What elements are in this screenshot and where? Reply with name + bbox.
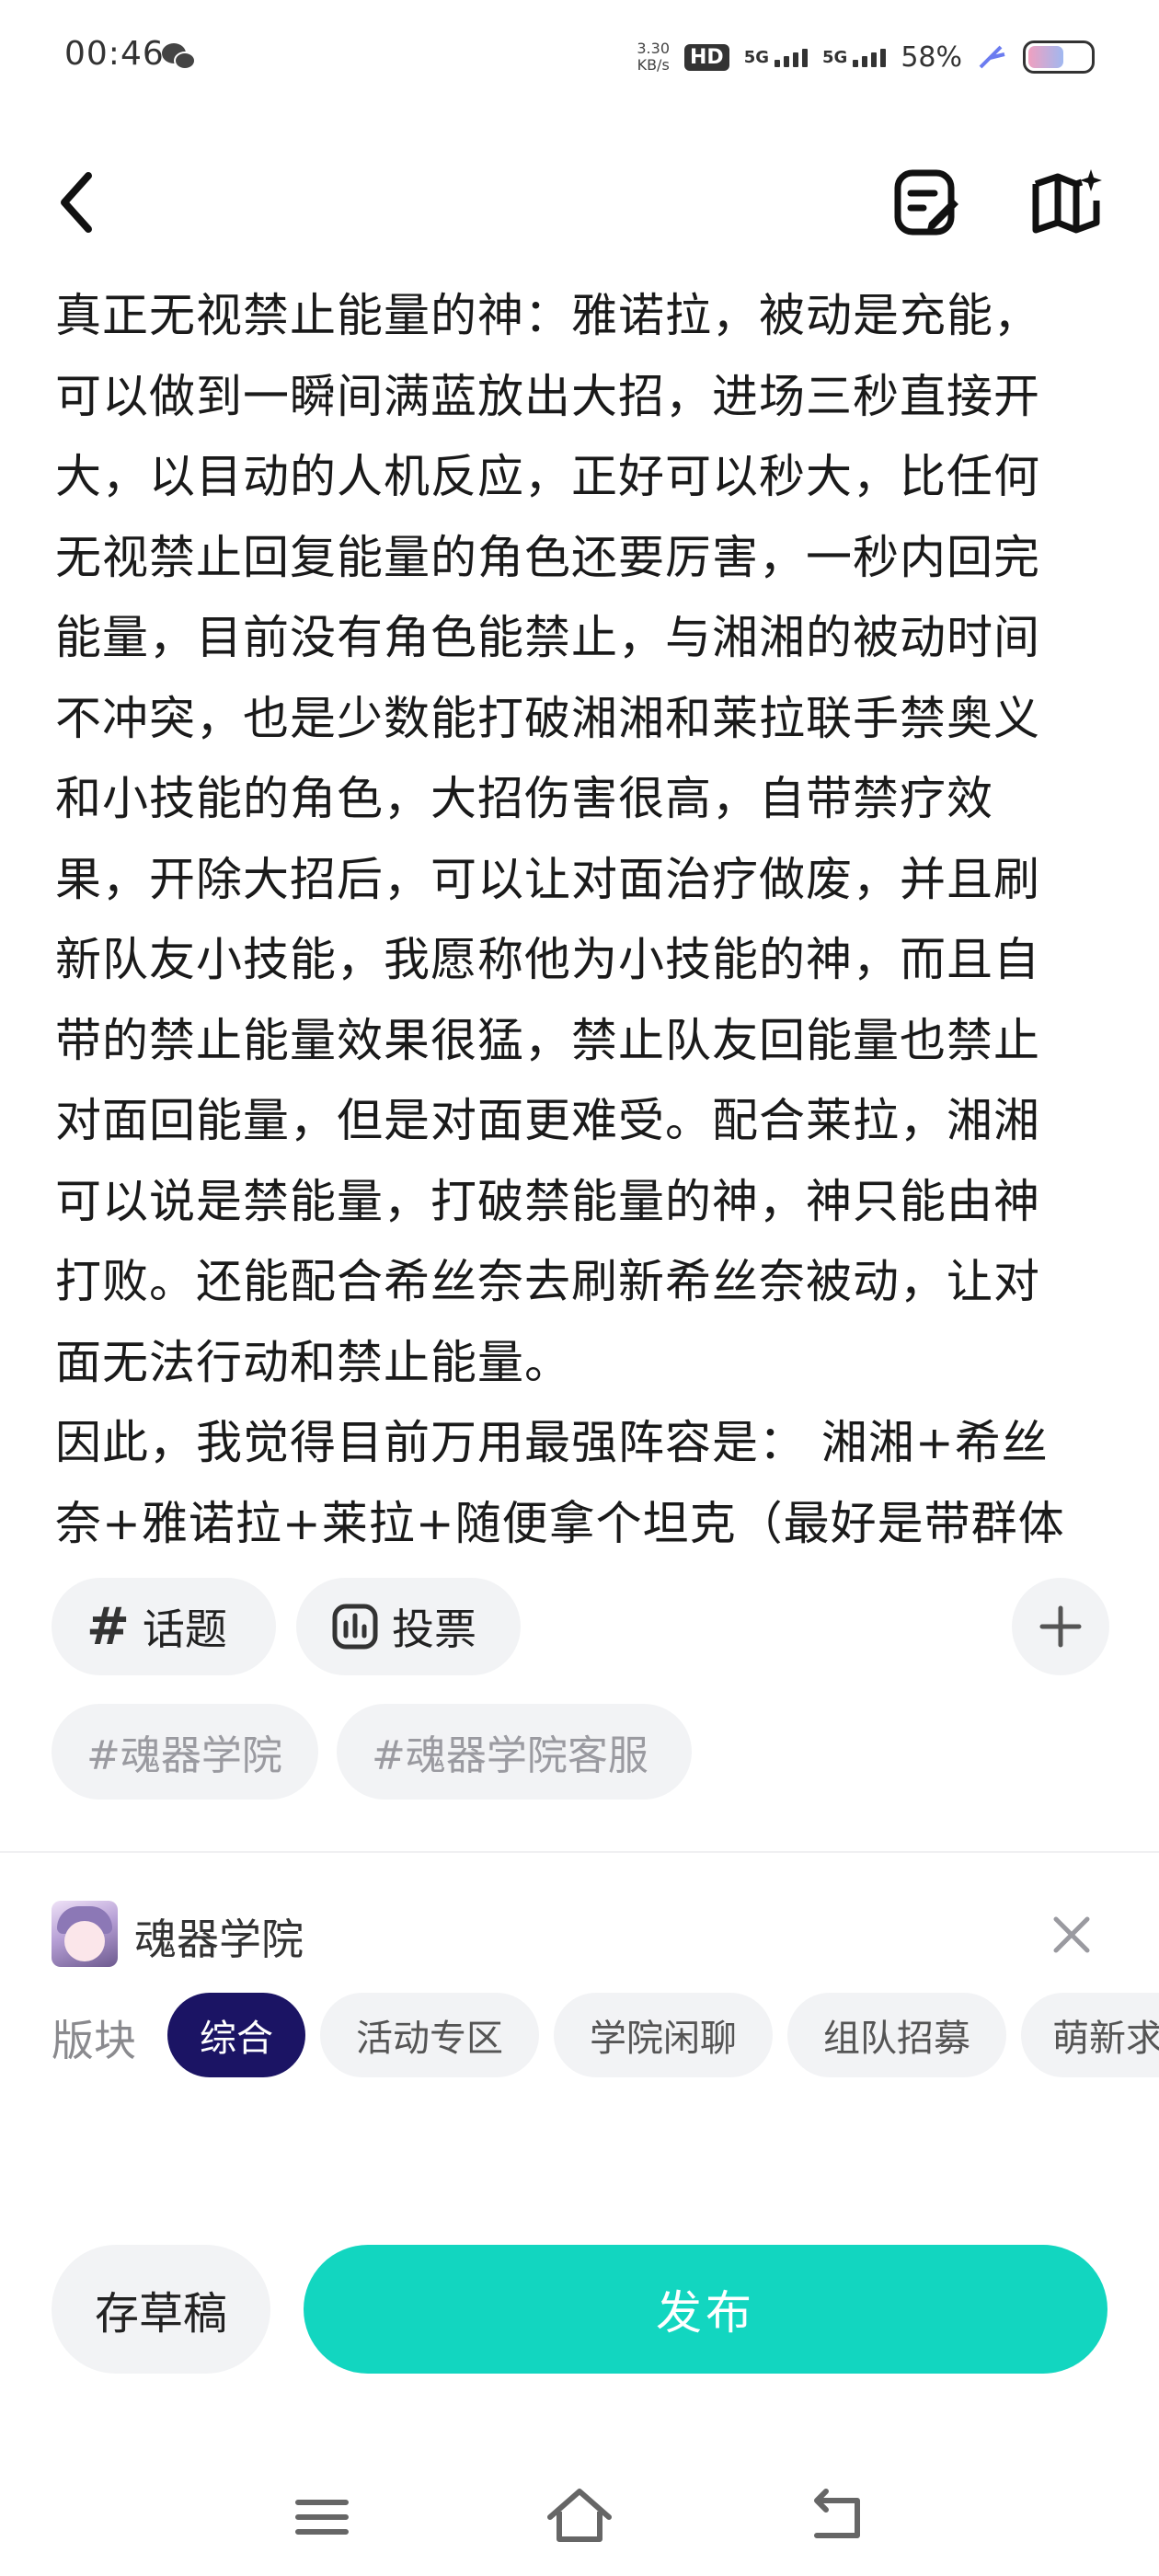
hd-icon: HD <box>684 43 729 71</box>
home-icon[interactable] <box>543 2480 616 2554</box>
close-icon[interactable] <box>1050 1914 1093 1956</box>
back-icon <box>61 172 92 233</box>
net-speed-unit: KB/s <box>637 56 670 74</box>
system-nav-bar <box>0 2466 1159 2567</box>
hash-icon: # <box>86 1596 130 1657</box>
board-chip-newbie[interactable]: 萌新求 <box>1021 1993 1159 2077</box>
signal-bar <box>784 55 789 67</box>
nav-back-icon[interactable] <box>800 2480 874 2554</box>
book-sparkle-icon[interactable] <box>1030 167 1104 237</box>
signal-icon: 5G <box>744 48 808 67</box>
tools-row: # 话题 投票 <box>52 1578 1109 1675</box>
sim2-label: 5G <box>822 47 848 67</box>
avatar-face <box>64 1921 105 1961</box>
top-nav <box>0 156 1159 248</box>
battery-icon <box>1023 40 1095 74</box>
vote-icon <box>332 1604 378 1650</box>
plus-icon <box>1039 1605 1082 1648</box>
tag-chip[interactable]: #魂器学院 <box>52 1704 318 1800</box>
menu-icon[interactable] <box>285 2480 359 2554</box>
community-row: 魂器学院 <box>52 1901 1109 1967</box>
tag-chip[interactable]: #魂器学院客服 <box>337 1704 692 1800</box>
topic-label: 话题 <box>142 1604 227 1654</box>
save-draft-button[interactable]: 存草稿 <box>52 2245 270 2374</box>
signal-bar <box>871 52 878 67</box>
signal-bar <box>793 52 798 67</box>
battery-fill <box>1028 46 1064 68</box>
signal-bar <box>775 59 780 67</box>
battery-percent: 58% <box>901 40 962 74</box>
wechat-icon <box>162 43 196 70</box>
back-button[interactable] <box>52 166 125 239</box>
vote-button[interactable]: 投票 <box>296 1578 521 1675</box>
net-speed: 3.30 KB/s <box>637 40 670 74</box>
signal-icon-2: 5G <box>822 47 887 67</box>
status-indicators: 3.30 KB/s HD 5G 5G 58% <box>637 33 1095 81</box>
community-avatar <box>52 1901 118 1967</box>
post-body-text[interactable]: 真正无视禁止能量的神：雅诺拉，被动是充能，可以做到一瞬间满蓝放出大招，进场三秒直… <box>55 276 1085 1546</box>
publish-button[interactable]: 发布 <box>304 2245 1107 2374</box>
status-bar: 00:46 3.30 KB/s HD 5G 5G 58% <box>0 0 1159 110</box>
signal-bar <box>880 48 887 67</box>
signal-bar <box>853 59 859 67</box>
charging-icon <box>979 45 1005 69</box>
board-chip-team[interactable]: 组队招募 <box>787 1993 1006 2077</box>
sim1-label: 5G <box>743 47 769 67</box>
post-editor[interactable]: 真正无视禁止能量的神：雅诺拉，被动是充能，可以做到一瞬间满蓝放出大招，进场三秒直… <box>55 276 1085 1546</box>
board-chip-events[interactable]: 活动专区 <box>320 1993 539 2077</box>
board-chip-general[interactable]: 综合 <box>167 1993 305 2077</box>
board-chip-chat[interactable]: 学院闲聊 <box>554 1993 773 2077</box>
vote-label: 投票 <box>392 1604 476 1654</box>
status-time: 00:46 <box>64 35 165 73</box>
topic-button[interactable]: # 话题 <box>52 1578 276 1675</box>
signal-bar <box>802 48 808 67</box>
more-tools-button[interactable] <box>1012 1578 1109 1675</box>
board-label: 版块 <box>52 2016 136 2065</box>
net-speed-value: 3.30 <box>637 40 670 57</box>
edit-note-icon[interactable] <box>892 167 962 237</box>
board-selector: 版块 综合 活动专区 学院闲聊 组队招募 萌新求 <box>52 1993 1159 2077</box>
signal-bar <box>862 55 868 67</box>
community-name: 魂器学院 <box>134 1915 304 1964</box>
divider <box>0 1851 1159 1853</box>
